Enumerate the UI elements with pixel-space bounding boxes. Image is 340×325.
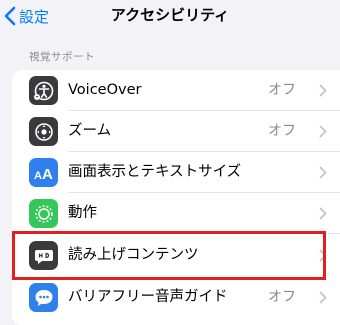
- settings-group: VoiceOver オフ ズーム オフ A A 画面表示とテキストサイズ 動作 …: [12, 70, 340, 325]
- spoken-content-row[interactable]: 読み上げコンテンツ: [12, 234, 340, 277]
- row-value: オフ: [268, 289, 296, 305]
- motion-row[interactable]: 動作: [12, 193, 340, 234]
- chevron-right-icon: [319, 249, 327, 262]
- chevron-right-icon: [319, 207, 327, 220]
- chevron-right-icon: [319, 291, 327, 304]
- row-label: 動作: [68, 205, 97, 221]
- chevron-right-icon: [319, 84, 327, 97]
- row-value: オフ: [268, 82, 296, 98]
- audio-description-icon: [29, 283, 58, 312]
- svg-text:A: A: [34, 170, 42, 182]
- section-header: 視覚サポート: [29, 51, 95, 63]
- svg-text:A: A: [42, 166, 53, 183]
- row-value: オフ: [268, 123, 296, 139]
- row-label: 画面表示とテキストサイズ: [68, 164, 242, 180]
- zoom-icon: [29, 117, 58, 146]
- row-label: バリアフリー音声ガイド: [68, 289, 228, 305]
- voiceover-row[interactable]: VoiceOver オフ: [12, 70, 340, 111]
- row-label: 読み上げコンテンツ: [68, 247, 199, 263]
- audio-descriptions-row[interactable]: バリアフリー音声ガイド オフ: [12, 277, 340, 318]
- row-label: VoiceOver: [68, 82, 142, 98]
- row-label: ズーム: [68, 123, 112, 139]
- page-title: アクセシビリティ: [110, 6, 230, 24]
- text-size-icon: A A: [29, 158, 58, 187]
- spoken-content-icon: [29, 241, 58, 270]
- zoom-row[interactable]: ズーム オフ: [12, 111, 340, 152]
- chevron-right-icon: [319, 125, 327, 138]
- voiceover-icon: [29, 76, 58, 105]
- chevron-right-icon: [319, 166, 327, 179]
- motion-icon: [29, 199, 58, 228]
- display-text-size-row[interactable]: A A 画面表示とテキストサイズ: [12, 152, 340, 193]
- navigation-bar: 設定 アクセシビリティ: [0, 0, 340, 36]
